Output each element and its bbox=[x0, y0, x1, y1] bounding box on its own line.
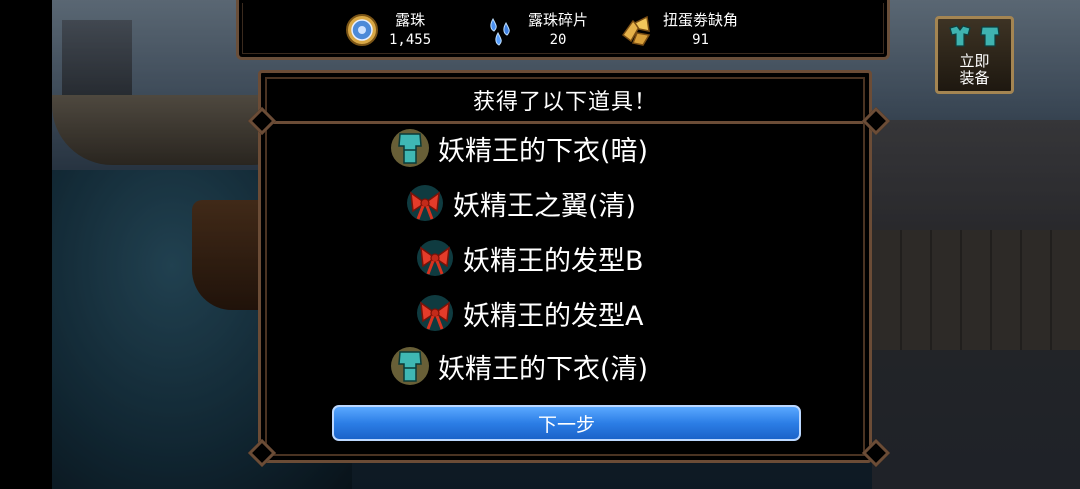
currency-dew-shard: 露珠碎片 20 bbox=[484, 10, 588, 50]
next-step-button[interactable]: 下一步 bbox=[332, 405, 801, 441]
reward-item-label: 妖精王之翼(清) bbox=[453, 190, 637, 222]
ribbon-icon bbox=[405, 183, 445, 223]
reward-item-label: 妖精王的下衣(清) bbox=[438, 353, 649, 385]
armor-icon bbox=[390, 346, 430, 386]
currency-dew: 露珠 1,455 bbox=[345, 10, 431, 50]
currency-gacha-fragment: 扭蛋劵缺角 91 bbox=[619, 10, 738, 50]
currency-dew-shard-value: 20 bbox=[549, 32, 567, 48]
armor-icon bbox=[977, 25, 1003, 51]
equip-now-button[interactable]: 立即 装备 bbox=[935, 16, 1014, 94]
reward-item: 妖精王的下衣(清) bbox=[390, 346, 648, 386]
currency-gacha-fragment-value: 91 bbox=[692, 32, 709, 48]
currency-dew-shard-name: 露珠碎片 bbox=[528, 11, 589, 29]
reward-item: 妖精王的下衣(暗) bbox=[390, 128, 648, 168]
currency-bar: 露珠 1,455 露珠碎片 20 扭蛋劵缺角 91 bbox=[236, 0, 890, 60]
gacha-ticket-fragment-icon bbox=[619, 13, 653, 47]
reward-item: 妖精王的发型A bbox=[415, 293, 643, 333]
equip-now-label: 立即 装备 bbox=[959, 52, 990, 87]
ribbon-icon bbox=[415, 238, 455, 278]
reward-item-label: 妖精王的下衣(暗) bbox=[438, 135, 649, 167]
dew-orb-icon bbox=[345, 13, 379, 47]
reward-item-label: 妖精王的发型A bbox=[463, 300, 644, 332]
armor-icon bbox=[947, 25, 973, 51]
ribbon-icon bbox=[415, 293, 455, 333]
currency-dew-value: 1,455 bbox=[389, 32, 432, 48]
currency-dew-name: 露珠 bbox=[395, 11, 426, 29]
armor-icon bbox=[390, 128, 430, 168]
reward-item: 妖精王的发型B bbox=[415, 238, 644, 278]
dew-shard-icon bbox=[484, 13, 518, 47]
currency-gacha-fragment-name: 扭蛋劵缺角 bbox=[663, 11, 739, 29]
reward-item-label: 妖精王的发型B bbox=[463, 245, 644, 277]
reward-item: 妖精王之翼(清) bbox=[405, 183, 636, 223]
dialog-title: 获得了以下道具！ bbox=[267, 79, 863, 124]
